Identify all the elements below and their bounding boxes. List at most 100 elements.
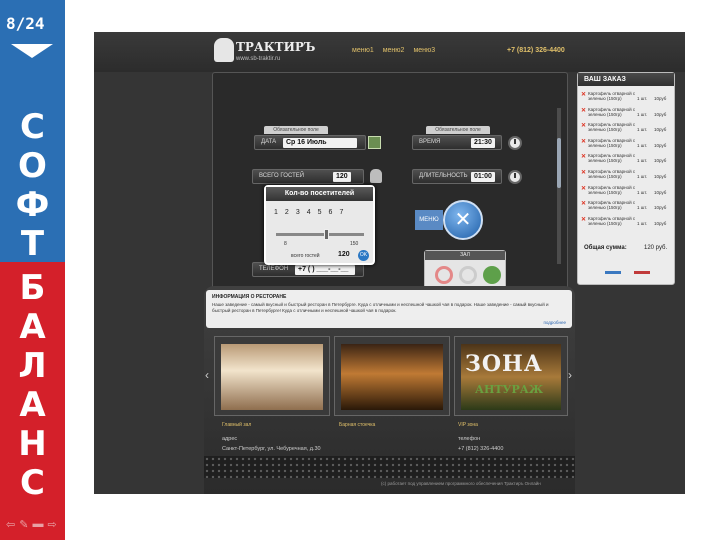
calendar-icon[interactable] <box>368 136 381 149</box>
menu-link-3[interactable]: меню3 <box>413 47 435 54</box>
ok-button[interactable]: OK <box>358 250 369 261</box>
date-required-tag: Обязательное поле <box>264 126 328 134</box>
next-arrow-icon[interactable]: ⇨ <box>47 518 56 531</box>
visitors-slider-handle[interactable] <box>324 229 329 240</box>
gallery-caption[interactable]: Барная стоечка <box>339 422 375 428</box>
brand-word-balans: Б А Л А Н С <box>0 269 65 503</box>
visitors-option[interactable]: 5 <box>318 209 322 216</box>
gallery-item-main-hall[interactable] <box>214 336 330 416</box>
remove-icon[interactable]: ✕ <box>581 138 586 145</box>
order-title: ВАШ ЗАКАЗ <box>578 73 674 86</box>
remove-icon[interactable]: ✕ <box>581 216 586 223</box>
duration-label: ДЛИТЕЛЬНОСТЬ <box>419 173 468 179</box>
gallery-prev-icon[interactable]: ‹ <box>205 368 209 382</box>
bar-photo <box>341 344 443 410</box>
info-text: Наше заведение - самый вкусный и быстрый… <box>212 302 549 313</box>
main-hall-photo <box>221 344 323 410</box>
order-item: ✕ Картофель отварной с зеленью (150гр) 1 ш… <box>581 215 673 231</box>
time-required-tag: Обязательное поле <box>426 126 490 134</box>
item-qty: 1 шт. <box>637 189 648 195</box>
scrollbar-thumb[interactable] <box>557 138 561 188</box>
slide-sidebar: 8/24 С О Ф Т Б А Л А Н С ⇦ ✎ ▬ ⇨ <box>0 0 65 540</box>
visitors-option[interactable]: 6 <box>329 209 333 216</box>
item-price: 10руб <box>654 158 667 164</box>
brand-letter: Т <box>20 224 45 264</box>
item-qty: 1 шт. <box>637 158 648 164</box>
gallery-caption[interactable]: Главный зал <box>222 422 251 428</box>
no-smoking-icon[interactable] <box>435 266 453 284</box>
slider-min: 8 <box>284 241 287 247</box>
checkout-cart-icon[interactable] <box>605 260 621 274</box>
address-value: Санкт-Петербург, ул. Чебуречная, д.30 <box>222 446 321 452</box>
phone-value: +7 ( ) ___-__-__ <box>295 265 355 275</box>
remove-icon[interactable]: ✕ <box>581 91 586 98</box>
brand-letter: Б <box>19 268 46 308</box>
duration-value: 01:00 <box>471 172 495 182</box>
clock-icon[interactable] <box>508 136 522 150</box>
gallery-next-icon[interactable]: › <box>568 368 572 382</box>
remove-icon[interactable]: ✕ <box>581 153 586 160</box>
gallery-item-vip[interactable]: ЗОНА АНТУРАЖ <box>454 336 568 416</box>
prev-arrow-icon[interactable]: ⇦ <box>6 518 15 531</box>
info-icon[interactable] <box>483 266 501 284</box>
duration-field[interactable]: ДЛИТЕЛЬНОСТЬ 01:00 <box>412 169 502 184</box>
brand-letter: Ф <box>15 185 50 225</box>
brand-letter: С <box>20 463 45 503</box>
slide-nav-controls: ⇦ ✎ ▬ ⇨ <box>6 518 57 531</box>
more-link[interactable]: подробнее <box>543 320 566 325</box>
cutlery-icon[interactable]: ✕ <box>443 200 483 240</box>
restaurant-info: ИНФОРМАЦИЯ О РЕСТОРАНЕ Наше заведение - … <box>206 290 572 328</box>
forbidden-icon[interactable] <box>459 266 477 284</box>
menu-link-1[interactable]: меню1 <box>352 47 374 54</box>
guests-field[interactable]: ВСЕГО ГОСТЕЙ 120 <box>252 169 364 184</box>
dotted-divider <box>204 456 575 478</box>
time-label: ВРЕМЯ <box>419 139 441 145</box>
time-field[interactable]: ВРЕМЯ 21:30 <box>412 135 502 150</box>
guests-value: 120 <box>333 172 351 182</box>
panel-scrollbar[interactable] <box>557 108 561 264</box>
slide: 8/24 С О Ф Т Б А Л А Н С ⇦ ✎ ▬ ⇨ ТРАКТИР… <box>0 0 720 540</box>
clock-icon[interactable] <box>508 170 522 184</box>
brand-letter: А <box>19 307 46 347</box>
brand-letter: С <box>20 107 45 147</box>
menu-icon[interactable]: ▬ <box>32 518 43 531</box>
hall-tab: ЗАЛ <box>425 251 505 260</box>
remove-icon[interactable]: ✕ <box>581 107 586 114</box>
contact-phone-label: телефон <box>458 436 481 442</box>
item-qty: 1 шт. <box>637 205 648 211</box>
visitors-option[interactable]: 4 <box>307 209 311 216</box>
item-price: 10руб <box>654 173 667 179</box>
visitors-slider-track[interactable] <box>276 233 364 236</box>
menu-link-2[interactable]: меню2 <box>383 47 405 54</box>
date-field[interactable]: ДАТА Ср 16 Июль <box>254 135 366 150</box>
visitors-option[interactable]: 2 <box>285 209 289 216</box>
remove-icon[interactable]: ✕ <box>581 122 586 129</box>
date-value: Ср 16 Июль <box>283 138 357 148</box>
order-item: ✕ Картофель отварной с зеленью (150гр) 1 ш… <box>581 152 673 168</box>
order-list: ✕ Картофель отварной с зеленью (150гр) 1 ш… <box>581 90 673 230</box>
gallery-caption[interactable]: VIP зона <box>458 422 478 428</box>
order-item: ✕ Картофель отварной с зеленью (150гр) 1 ш… <box>581 199 673 215</box>
remove-icon[interactable]: ✕ <box>581 185 586 192</box>
visitors-popup-title: Кол-во посетителей <box>266 187 373 201</box>
pen-icon[interactable]: ✎ <box>19 518 28 531</box>
info-title: ИНФОРМАЦИЯ О РЕСТОРАНЕ <box>212 294 287 300</box>
visitors-number-picker: 1 2 3 4 5 6 7 <box>274 209 343 216</box>
clear-cart-icon[interactable] <box>634 260 650 274</box>
visitors-option[interactable]: 7 <box>339 209 343 216</box>
visitors-option[interactable]: 1 <box>274 209 278 216</box>
menu-tile[interactable]: МЕНЮ <box>415 210 443 230</box>
website-screenshot: ТРАКТИРЪ www.sb-traktir.ru меню1 меню2 м… <box>94 32 685 494</box>
gallery-item-bar[interactable] <box>334 336 450 416</box>
brand-letter: А <box>19 385 46 425</box>
item-price: 10руб <box>654 205 667 211</box>
order-sum-label: Общая сумма: <box>584 245 627 251</box>
person-icon[interactable] <box>370 169 382 183</box>
vip-sign: ЗОНА <box>465 351 543 377</box>
remove-icon[interactable]: ✕ <box>581 200 586 207</box>
remove-icon[interactable]: ✕ <box>581 169 586 176</box>
visitors-option[interactable]: 3 <box>296 209 300 216</box>
order-item: ✕ Картофель отварной с зеленью (150гр) 1 ш… <box>581 168 673 184</box>
order-item: ✕ Картофель отварной с зеленью (150гр) 1 ш… <box>581 90 673 106</box>
site-logo[interactable]: ТРАКТИРЪ www.sb-traktir.ru <box>214 36 315 68</box>
